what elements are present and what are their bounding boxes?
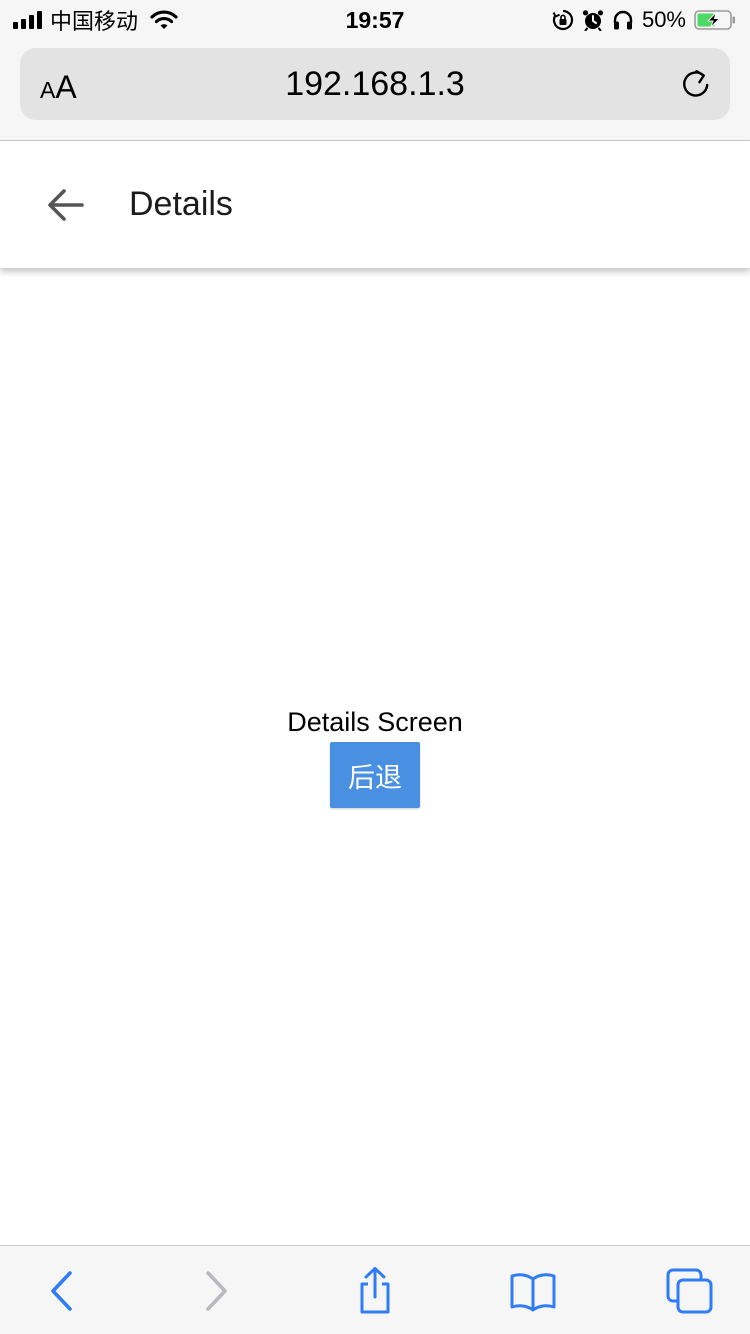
- status-right: 50%: [552, 7, 736, 33]
- browser-address-area: A A 192.168.1.3: [0, 40, 750, 141]
- toolbar-forward-button[interactable]: [191, 1266, 243, 1316]
- reload-icon[interactable]: [678, 66, 714, 102]
- headphones-icon: [613, 10, 633, 30]
- battery-percent: 50%: [641, 7, 686, 32]
- forward-icon: [206, 1271, 227, 1311]
- toolbar-tabs-button[interactable]: [664, 1266, 716, 1316]
- app-header: Details: [0, 141, 750, 268]
- url-text[interactable]: 192.168.1.3: [20, 66, 730, 102]
- arrow-left-icon[interactable]: [44, 185, 88, 225]
- status-bar: 中国移动 19:57 50%: [0, 0, 750, 40]
- share-icon: [360, 1267, 390, 1314]
- toolbar-share-button[interactable]: [349, 1266, 401, 1316]
- back-icon: [51, 1271, 72, 1311]
- main-content: Details Screen 后退: [0, 268, 750, 1245]
- bookmarks-icon: [510, 1273, 556, 1312]
- rotation-lock-icon: [552, 9, 574, 31]
- alarm-icon: [582, 10, 604, 31]
- battery-charging-icon: [694, 10, 735, 30]
- back-button[interactable]: 后退: [330, 742, 420, 808]
- browser-toolbar: [0, 1245, 750, 1334]
- toolbar-back-button[interactable]: [35, 1266, 87, 1316]
- details-screen-text: Details Screen: [287, 707, 463, 737]
- page-title: Details: [129, 185, 233, 223]
- toolbar-bookmarks-button[interactable]: [507, 1266, 559, 1316]
- address-bar[interactable]: A A 192.168.1.3: [20, 48, 730, 120]
- tabs-icon: [666, 1268, 713, 1314]
- screen: 中国移动 19:57 50% A A 192.168.1.3 Details D…: [0, 0, 750, 1334]
